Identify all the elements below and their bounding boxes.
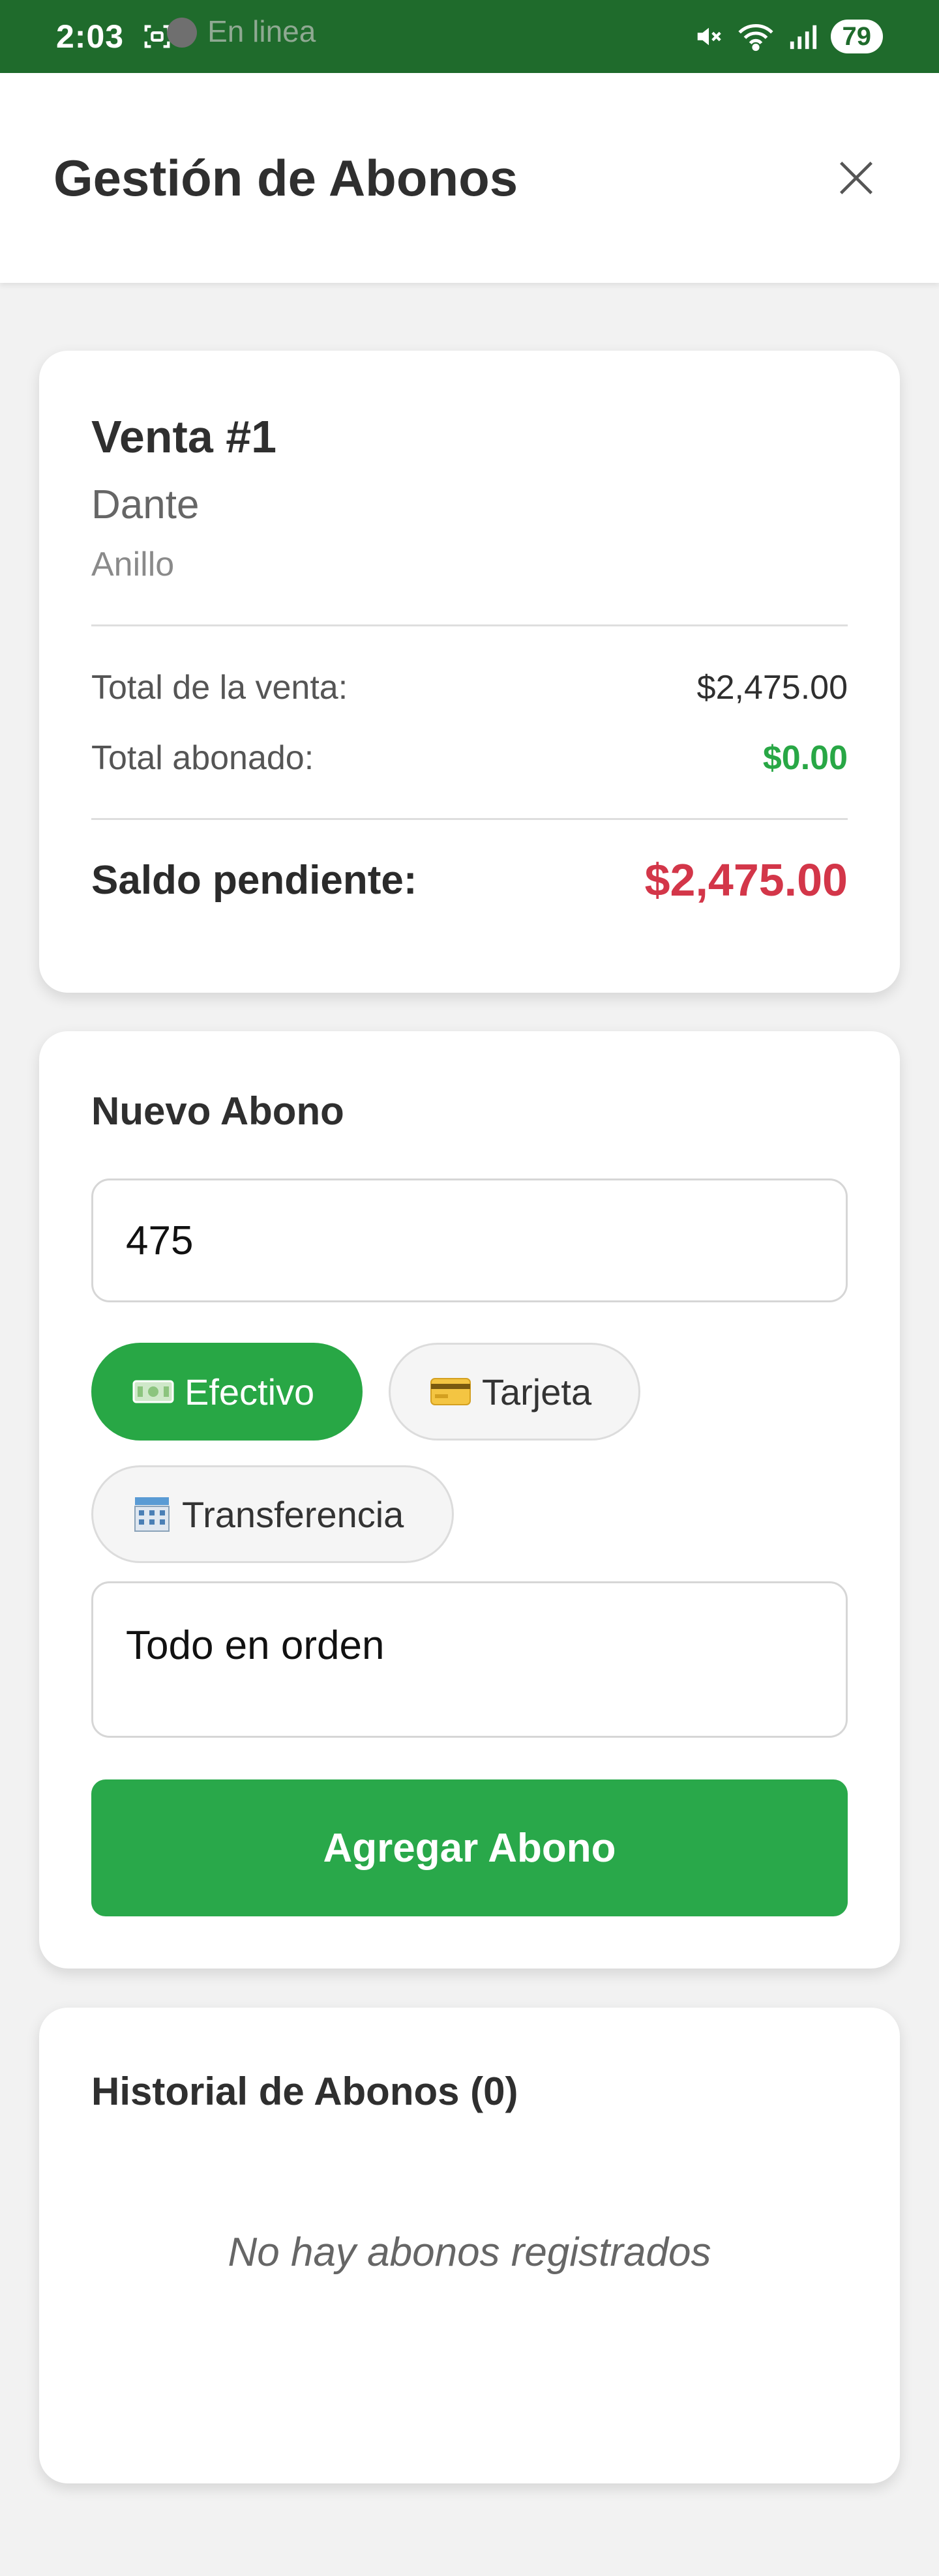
paid-value: $0.00 <box>762 739 848 777</box>
empty-history-message: No hay abonos registrados <box>228 2230 711 2275</box>
notification-dot-icon <box>167 18 198 48</box>
app-header: Gestión de Abonos <box>0 73 939 283</box>
status-bar: 2:03 En linea 79 <box>0 0 939 73</box>
sale-title: Venta #1 <box>91 411 277 462</box>
mute-icon <box>694 22 724 51</box>
divider <box>91 818 848 820</box>
total-row: Total de la venta: $2,475.00 <box>91 668 848 707</box>
notes-input[interactable]: Todo en orden <box>91 1581 848 1738</box>
page-title: Gestión de Abonos <box>53 149 518 207</box>
amount-input[interactable] <box>91 1178 848 1302</box>
method-card-button[interactable]: Tarjeta <box>389 1343 640 1441</box>
bank-icon <box>132 1496 171 1532</box>
money-icon <box>132 1379 174 1405</box>
method-label: Transferencia <box>182 1493 404 1535</box>
method-label: Tarjeta <box>482 1371 592 1412</box>
balance-value: $2,475.00 <box>644 855 848 905</box>
balance-row: Saldo pendiente: $2,475.00 <box>91 854 848 906</box>
add-payment-button[interactable]: Agregar Abono <box>91 1779 848 1916</box>
method-cash-button[interactable]: Efectivo <box>91 1343 363 1441</box>
payment-history-card: Historial de Abonos (0) No hay abonos re… <box>39 2008 900 2483</box>
method-transfer-button[interactable]: Transferencia <box>91 1465 454 1563</box>
paid-row: Total abonado: $0.00 <box>91 739 848 778</box>
history-title: Historial de Abonos (0) <box>91 2070 518 2113</box>
sale-client: Dante <box>91 482 200 527</box>
credit-card-icon <box>430 1377 471 1406</box>
close-button[interactable] <box>827 149 886 207</box>
signal-icon <box>788 22 818 51</box>
sale-product: Anillo <box>91 546 175 583</box>
battery-level: 79 <box>830 20 883 53</box>
close-icon <box>840 162 872 194</box>
new-payment-card: Nuevo Abono Efectivo Tarjeta <box>39 1031 900 1969</box>
status-icons: 79 <box>694 20 883 53</box>
online-status: En linea <box>207 14 316 48</box>
new-payment-title: Nuevo Abono <box>91 1089 344 1133</box>
total-label: Total de la venta: <box>91 669 348 707</box>
paid-label: Total abonado: <box>91 739 314 777</box>
wifi-icon <box>737 22 775 51</box>
total-value: $2,475.00 <box>696 669 848 707</box>
method-label: Efectivo <box>185 1371 315 1412</box>
divider <box>91 624 848 626</box>
status-time: 2:03 <box>56 18 125 55</box>
sale-summary-card: Venta #1 Dante Anillo Total de la venta:… <box>39 351 900 993</box>
balance-label: Saldo pendiente: <box>91 857 417 903</box>
